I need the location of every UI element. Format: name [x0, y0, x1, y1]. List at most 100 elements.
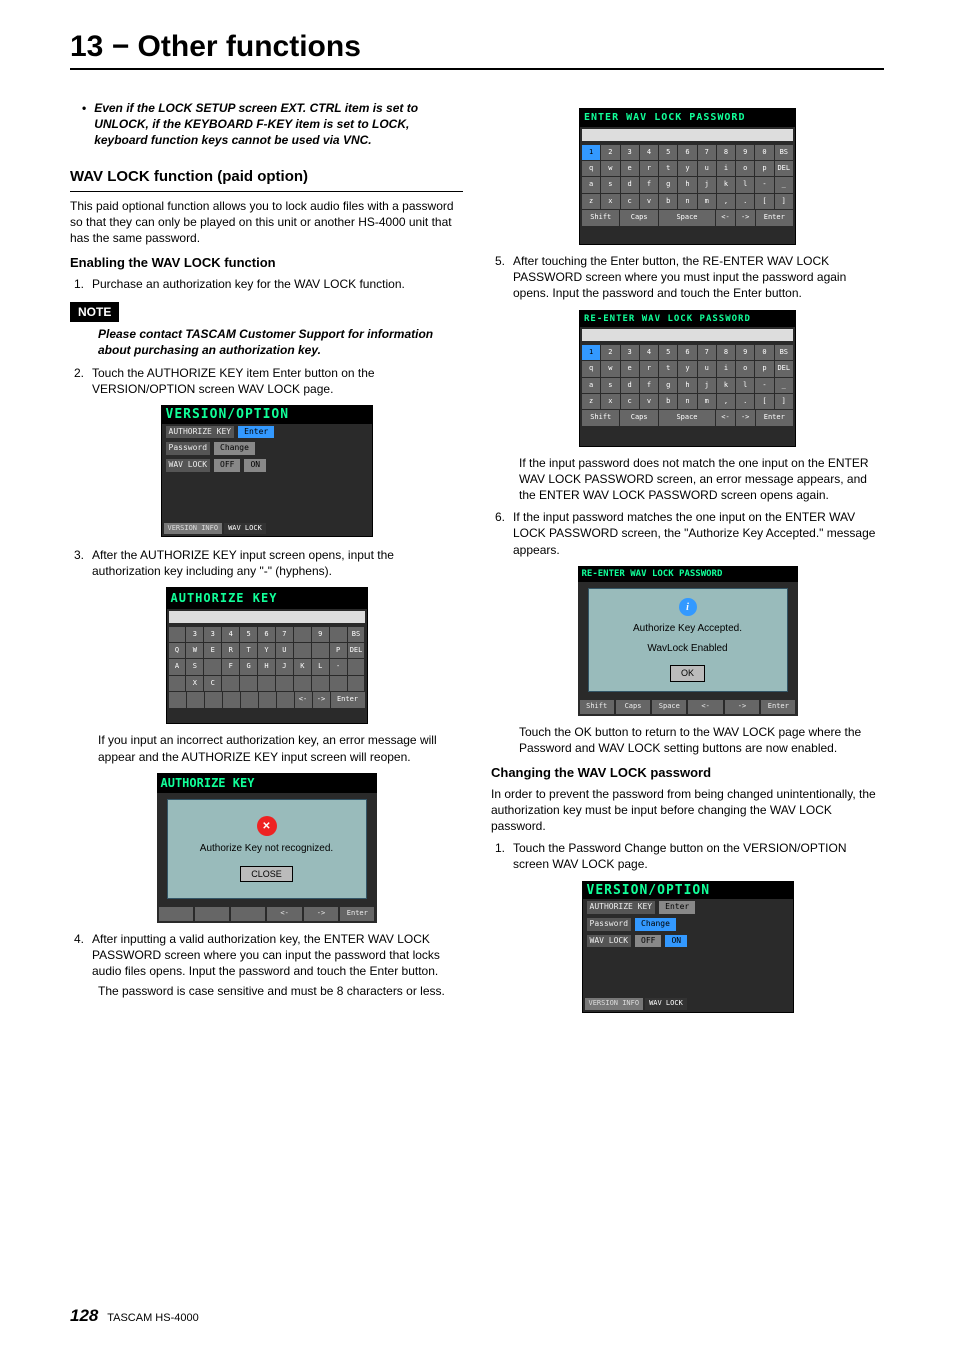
kb-key[interactable]: y: [678, 361, 696, 376]
kb-key[interactable]: K: [294, 659, 311, 674]
kb-key[interactable]: U: [276, 643, 293, 658]
kb-key[interactable]: Shift: [582, 410, 619, 425]
kb-key[interactable]: 5: [659, 345, 677, 360]
kb-key[interactable]: [330, 676, 347, 691]
kb-key[interactable]: s: [601, 378, 619, 393]
kb-key[interactable]: -: [330, 659, 347, 674]
kb-key[interactable]: j: [698, 177, 716, 192]
kb-key[interactable]: g: [659, 378, 677, 393]
kb-key[interactable]: z: [582, 194, 600, 209]
kb-key[interactable]: 0: [755, 145, 773, 160]
kb-key[interactable]: b: [659, 194, 677, 209]
kb-key[interactable]: 4: [640, 145, 658, 160]
kb-key[interactable]: r: [640, 361, 658, 376]
kb-key[interactable]: L: [312, 659, 329, 674]
kb-key[interactable]: [169, 692, 186, 707]
kb-key[interactable]: [240, 676, 257, 691]
kb-key[interactable]: c: [621, 194, 639, 209]
kb-key[interactable]: 6: [678, 145, 696, 160]
kb-key[interactable]: DEL: [348, 643, 365, 658]
kb-key[interactable]: j: [698, 378, 716, 393]
kb-key[interactable]: 7: [698, 345, 716, 360]
kb-key[interactable]: g: [659, 177, 677, 192]
kb-key[interactable]: [241, 692, 258, 707]
kb-key[interactable]: 2: [601, 145, 619, 160]
kb-key[interactable]: ]: [775, 394, 793, 409]
kb-key[interactable]: [222, 676, 239, 691]
kb-key[interactable]: Enter: [756, 210, 793, 225]
on-button[interactable]: ON: [244, 459, 266, 472]
kb-key[interactable]: .: [736, 194, 754, 209]
kb-key[interactable]: w: [601, 361, 619, 376]
kb-key[interactable]: [169, 627, 186, 642]
kb-key[interactable]: [294, 627, 311, 642]
kb-key[interactable]: [205, 692, 222, 707]
kb-key[interactable]: G: [240, 659, 257, 674]
kb-key[interactable]: b: [659, 394, 677, 409]
kb-key[interactable]: ->: [736, 410, 755, 425]
kb-key[interactable]: d: [621, 177, 639, 192]
kb-key[interactable]: [: [755, 394, 773, 409]
kb-key[interactable]: e: [621, 161, 639, 176]
kb-key[interactable]: w: [601, 161, 619, 176]
kb-key[interactable]: [294, 676, 311, 691]
kb-key[interactable]: x: [601, 394, 619, 409]
kb-key[interactable]: W: [186, 643, 203, 658]
kb-key[interactable]: [312, 676, 329, 691]
kb-key[interactable]: A: [169, 659, 186, 674]
kb-key[interactable]: p: [755, 161, 773, 176]
kb-key[interactable]: i: [717, 361, 735, 376]
close-button[interactable]: CLOSE: [240, 866, 293, 882]
on-button[interactable]: ON: [665, 935, 687, 948]
kb-key[interactable]: 9: [736, 345, 754, 360]
kb-key[interactable]: m: [698, 394, 716, 409]
kb-key[interactable]: Enter: [756, 410, 793, 425]
kb-key[interactable]: 1: [582, 345, 600, 360]
kb-key[interactable]: Space: [659, 410, 715, 425]
kb-key[interactable]: [259, 692, 276, 707]
kb-input[interactable]: [169, 611, 365, 623]
kb-key[interactable]: q: [582, 161, 600, 176]
kb-key[interactable]: 4: [640, 345, 658, 360]
kb-key[interactable]: a: [582, 378, 600, 393]
enter-button[interactable]: Enter: [238, 426, 274, 439]
kb-key[interactable]: DEL: [775, 361, 793, 376]
kb-key[interactable]: ->: [313, 692, 330, 707]
kb-key[interactable]: 1: [582, 145, 600, 160]
kb-key[interactable]: t: [659, 361, 677, 376]
kb-key[interactable]: r: [640, 161, 658, 176]
kb-key[interactable]: <-: [716, 410, 735, 425]
kb-key[interactable]: t: [659, 161, 677, 176]
kb-key[interactable]: 4: [222, 627, 239, 642]
kb-key[interactable]: d: [621, 378, 639, 393]
kb-key[interactable]: [330, 627, 347, 642]
kb-key[interactable]: 0: [755, 345, 773, 360]
kb-key[interactable]: <-: [295, 692, 312, 707]
kb-key[interactable]: [204, 659, 221, 674]
kb-key[interactable]: F: [222, 659, 239, 674]
kb-key[interactable]: p: [755, 361, 773, 376]
kb-key[interactable]: o: [736, 361, 754, 376]
kb-key[interactable]: v: [640, 194, 658, 209]
kb-key[interactable]: [187, 692, 204, 707]
kb-key[interactable]: [312, 643, 329, 658]
kb-key[interactable]: 8: [717, 145, 735, 160]
kb-key[interactable]: c: [621, 394, 639, 409]
change-button[interactable]: Change: [635, 918, 676, 931]
kb-key[interactable]: BS: [348, 627, 365, 642]
change-button[interactable]: Change: [214, 442, 255, 455]
off-button[interactable]: OFF: [635, 935, 661, 948]
kb-key[interactable]: ]: [775, 194, 793, 209]
kb-key[interactable]: Caps: [620, 210, 657, 225]
kb-key[interactable]: BS: [775, 145, 793, 160]
kb-key[interactable]: 3: [204, 627, 221, 642]
kb-key[interactable]: o: [736, 161, 754, 176]
kb-key[interactable]: m: [698, 194, 716, 209]
kb-key[interactable]: k: [717, 177, 735, 192]
kb-key[interactable]: H: [258, 659, 275, 674]
kb-key[interactable]: q: [582, 361, 600, 376]
kb-key[interactable]: n: [678, 194, 696, 209]
kb-key[interactable]: BS: [775, 345, 793, 360]
kb-key[interactable]: <-: [716, 210, 735, 225]
kb-key[interactable]: DEL: [775, 161, 793, 176]
